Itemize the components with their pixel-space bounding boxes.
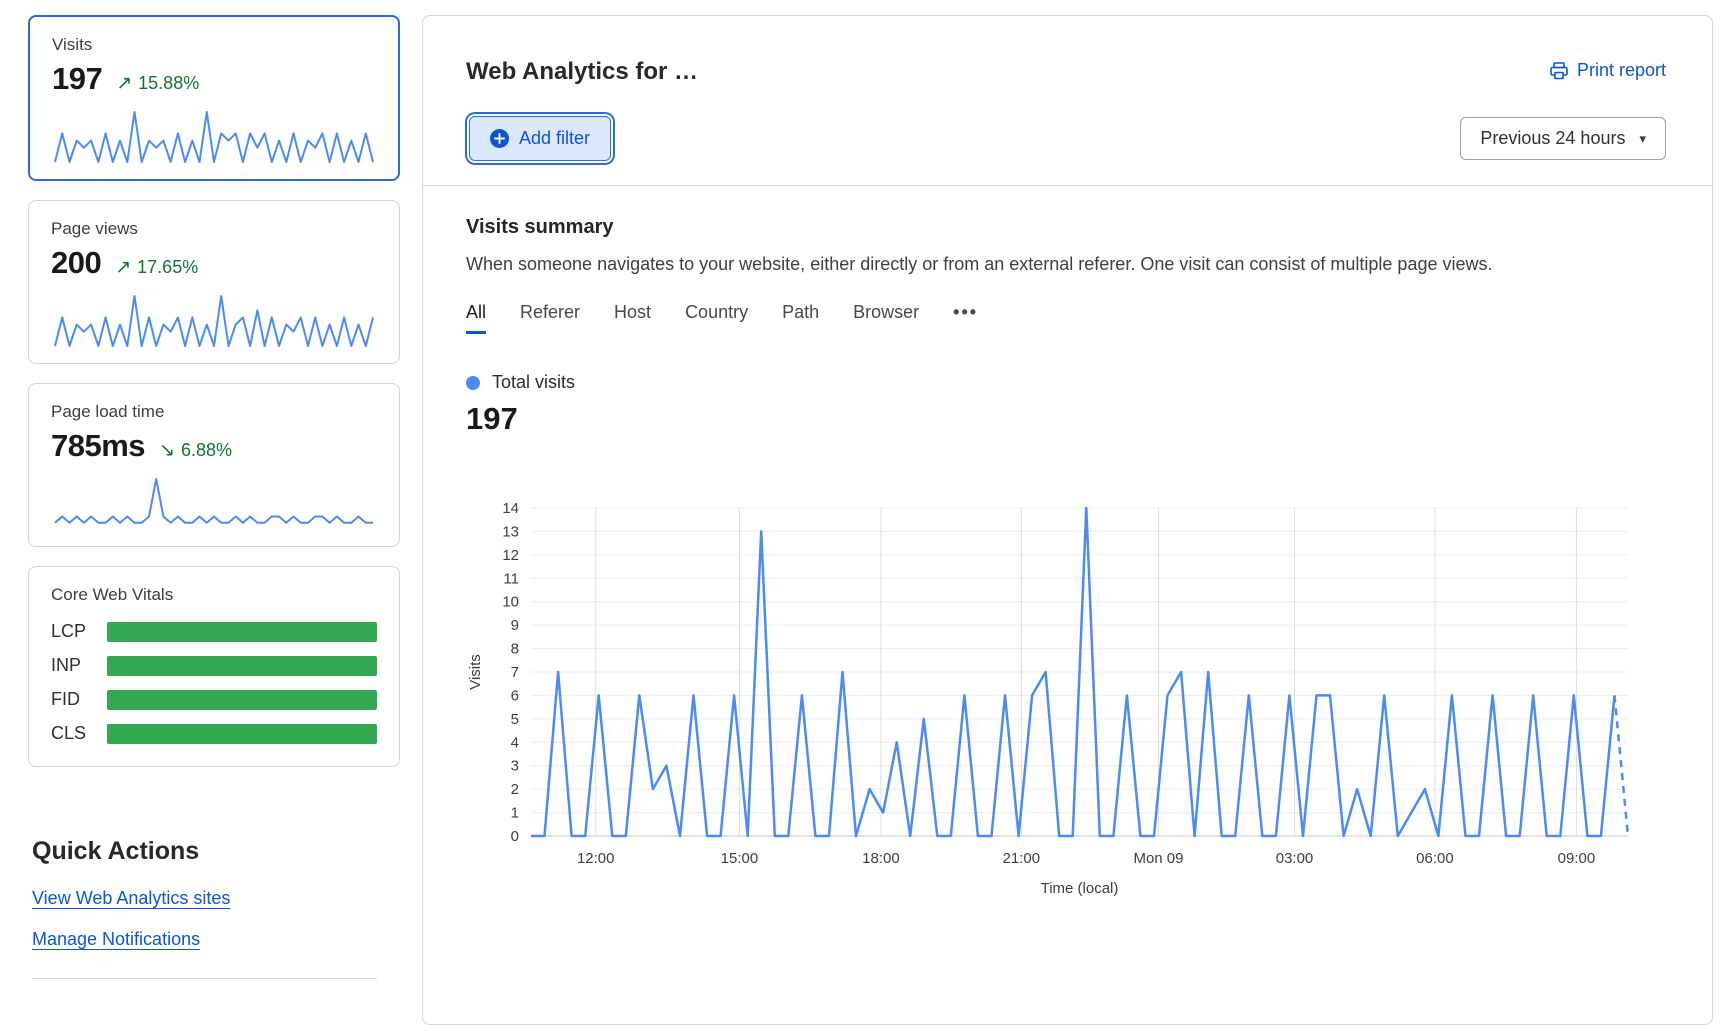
chart-legend: Total visits <box>466 372 1666 393</box>
svg-text:2: 2 <box>511 781 519 798</box>
visits-summary-title: Visits summary <box>466 216 1666 239</box>
svg-text:14: 14 <box>502 500 519 517</box>
tab-all[interactable]: All <box>466 302 486 334</box>
quick-actions-title: Quick Actions <box>32 837 400 866</box>
svg-text:1: 1 <box>511 805 519 822</box>
metric-value: 785ms <box>51 428 145 464</box>
metric-delta-value: 6.88% <box>181 440 232 461</box>
svg-text:3: 3 <box>511 758 519 775</box>
trend-up-icon: ↗ <box>115 256 131 279</box>
svg-text:15:00: 15:00 <box>721 850 759 867</box>
total-visits-value: 197 <box>466 401 1666 437</box>
metric-delta: ↘ 6.88% <box>159 439 232 462</box>
vitals-row-lcp: LCP <box>51 621 377 642</box>
svg-text:5: 5 <box>511 711 519 728</box>
tab-host[interactable]: Host <box>614 302 651 331</box>
add-filter-label: Add filter <box>519 128 590 149</box>
svg-text:4: 4 <box>511 734 519 751</box>
metric-label: Page views <box>51 219 377 239</box>
quick-actions-section: Quick Actions View Web Analytics sites M… <box>28 837 400 979</box>
vitals-row-cls: CLS <box>51 723 377 744</box>
plus-circle-icon <box>490 129 509 148</box>
time-range-dropdown[interactable]: Previous 24 hours ▾ <box>1460 117 1666 160</box>
manage-notifications-link[interactable]: Manage Notifications <box>32 929 200 950</box>
svg-text:12:00: 12:00 <box>577 850 615 867</box>
metric-label: Visits <box>52 35 376 55</box>
view-web-analytics-sites-link[interactable]: View Web Analytics sites <box>32 888 230 909</box>
card-title: Core Web Vitals <box>51 585 377 605</box>
svg-text:0: 0 <box>511 828 519 845</box>
divider <box>32 978 377 979</box>
metric-card-page-load-time[interactable]: Page load time 785ms ↘ 6.88% <box>28 383 400 547</box>
trend-down-icon: ↘ <box>159 439 175 462</box>
series-label: Total visits <box>492 372 575 393</box>
vitals-bar <box>107 656 377 676</box>
print-report-label: Print report <box>1577 60 1666 81</box>
visits-summary-description: When someone navigates to your website, … <box>466 254 1666 275</box>
metric-value: 200 <box>51 245 101 281</box>
series-dot-icon <box>466 376 480 390</box>
svg-text:8: 8 <box>511 641 519 658</box>
metric-card-visits[interactable]: Visits 197 ↗ 15.88% <box>28 15 400 181</box>
svg-text:Mon 09: Mon 09 <box>1133 850 1183 867</box>
svg-text:Time (local): Time (local) <box>1041 880 1119 897</box>
vitals-bar <box>107 724 377 744</box>
metric-delta-value: 17.65% <box>137 257 198 278</box>
metric-value: 197 <box>52 61 102 97</box>
visits-line-chart: 0123456789101112131412:0015:0018:0021:00… <box>466 463 1631 933</box>
svg-text:06:00: 06:00 <box>1416 850 1454 867</box>
tab-browser[interactable]: Browser <box>853 302 919 331</box>
svg-text:Visits: Visits <box>467 654 484 690</box>
sparkline-chart <box>51 291 377 349</box>
analytics-panel: Web Analytics for … Print report Add fil… <box>422 15 1713 1025</box>
printer-icon <box>1549 61 1569 81</box>
summary-tabs: All Referer Host Country Path Browser ••… <box>466 302 1666 334</box>
metric-label: Page load time <box>51 402 377 422</box>
svg-text:21:00: 21:00 <box>1003 850 1041 867</box>
vitals-bar <box>107 690 377 710</box>
visits-chart: 0123456789101112131412:0015:0018:0021:00… <box>466 463 1666 938</box>
svg-text:6: 6 <box>511 687 519 704</box>
metric-delta: ↗ 15.88% <box>116 72 199 95</box>
tab-path[interactable]: Path <box>782 302 819 331</box>
vitals-row-inp: INP <box>51 655 377 676</box>
svg-text:7: 7 <box>511 664 519 681</box>
tab-referer[interactable]: Referer <box>520 302 580 331</box>
svg-text:10: 10 <box>502 594 519 611</box>
svg-text:12: 12 <box>502 547 519 564</box>
tab-more-ellipsis-icon[interactable]: ••• <box>953 302 978 331</box>
tab-country[interactable]: Country <box>685 302 748 331</box>
add-filter-button[interactable]: Add filter <box>469 116 611 161</box>
vitals-metric-label: LCP <box>51 621 107 642</box>
print-report-button[interactable]: Print report <box>1549 60 1666 81</box>
svg-text:9: 9 <box>511 617 519 634</box>
chevron-down-icon: ▾ <box>1639 131 1646 147</box>
svg-text:03:00: 03:00 <box>1276 850 1314 867</box>
svg-text:11: 11 <box>503 570 519 587</box>
page-title: Web Analytics for … <box>466 58 698 86</box>
core-web-vitals-card[interactable]: Core Web Vitals LCP INP FID CLS <box>28 566 400 767</box>
svg-text:09:00: 09:00 <box>1558 850 1596 867</box>
vitals-row-fid: FID <box>51 689 377 710</box>
sparkline-chart <box>52 107 376 165</box>
metric-card-page-views[interactable]: Page views 200 ↗ 17.65% <box>28 200 400 364</box>
metrics-sidebar: Visits 197 ↗ 15.88% Page views 200 ↗ 17.… <box>28 15 400 979</box>
sparkline-chart <box>51 474 377 532</box>
time-range-value: Previous 24 hours <box>1480 128 1625 149</box>
divider <box>423 185 1712 186</box>
svg-text:13: 13 <box>502 523 519 540</box>
vitals-bar <box>107 622 377 642</box>
metric-delta-value: 15.88% <box>138 73 199 94</box>
vitals-metric-label: INP <box>51 655 107 676</box>
trend-up-icon: ↗ <box>116 72 132 95</box>
metric-delta: ↗ 17.65% <box>115 256 198 279</box>
svg-text:18:00: 18:00 <box>862 850 900 867</box>
vitals-metric-label: CLS <box>51 723 107 744</box>
vitals-metric-label: FID <box>51 689 107 710</box>
